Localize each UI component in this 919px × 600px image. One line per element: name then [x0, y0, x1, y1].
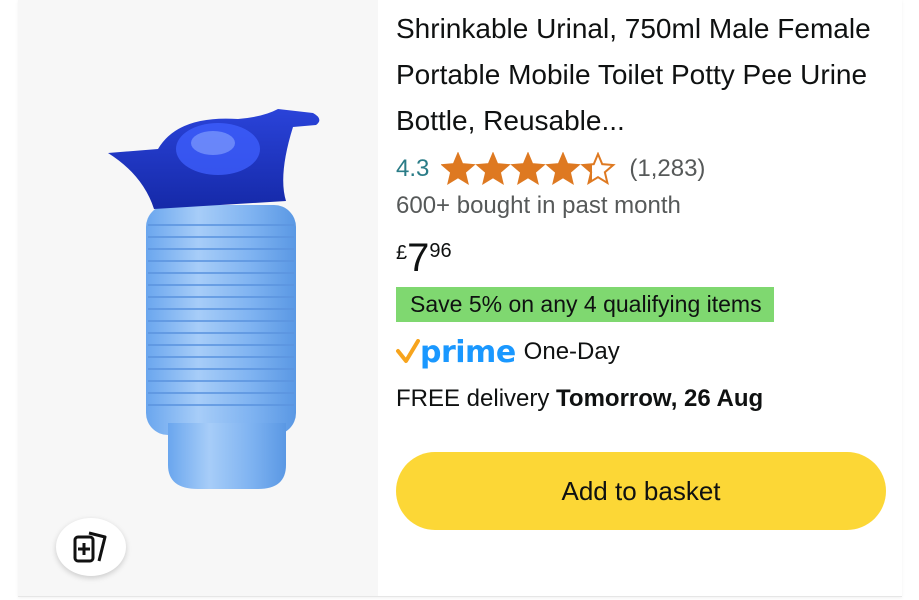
- delivery-date: Tomorrow, 26 Aug: [556, 385, 764, 412]
- star-rating: [441, 152, 621, 186]
- product-title[interactable]: Shrinkable Urinal, 750ml Male Female Por…: [396, 0, 888, 144]
- price-whole: 7: [407, 236, 430, 280]
- product-image-panel[interactable]: [18, 0, 378, 596]
- star-4: [545, 152, 582, 186]
- star-1: [441, 152, 477, 186]
- add-to-basket-button[interactable]: Add to basket: [396, 452, 886, 530]
- review-count[interactable]: (1,283): [629, 155, 705, 183]
- price: £ 7 96: [396, 234, 896, 282]
- compare-button[interactable]: [56, 518, 126, 576]
- star-5: [580, 152, 617, 186]
- bought-count: 600+ bought in past month: [396, 192, 681, 219]
- star-3: [510, 152, 547, 186]
- product-image[interactable]: [88, 105, 328, 495]
- star-2: [475, 152, 512, 186]
- stars-icon: [441, 152, 617, 186]
- price-fraction: 96: [429, 240, 452, 262]
- prime-row: prime One-Day: [396, 332, 896, 372]
- rating-row[interactable]: 4.3 (1,283): [396, 152, 896, 186]
- delivery-info: FREE delivery Tomorrow, 26 Aug: [396, 382, 896, 416]
- prime-logo: prime: [396, 335, 516, 370]
- compare-cards-icon: [73, 531, 107, 563]
- product-info: Shrinkable Urinal, 750ml Male Female Por…: [396, 0, 896, 530]
- delivery-prefix: FREE delivery: [396, 385, 557, 412]
- price-symbol: £: [396, 242, 408, 264]
- rating-value: 4.3: [396, 155, 430, 182]
- prime-word: prime: [420, 334, 516, 370]
- prime-one-day: One-Day: [523, 338, 620, 365]
- prime-check-icon: [396, 339, 420, 363]
- promo-badge[interactable]: Save 5% on any 4 qualifying items: [396, 287, 774, 322]
